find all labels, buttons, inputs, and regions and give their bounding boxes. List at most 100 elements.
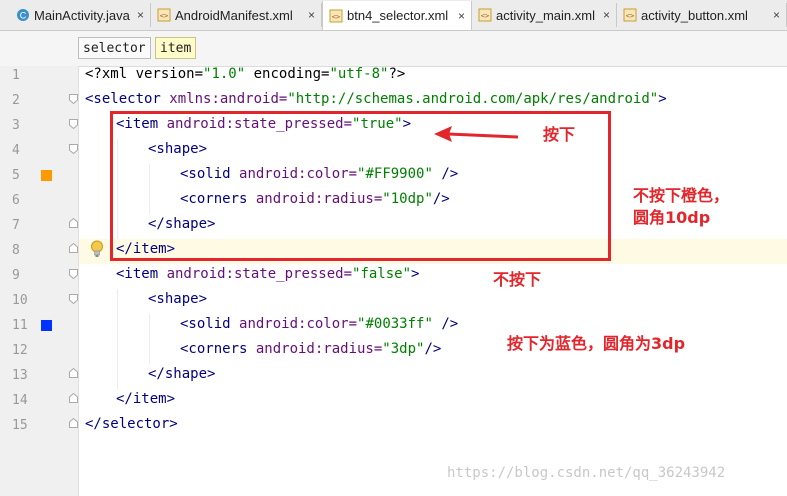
highlight-box xyxy=(110,111,611,261)
tag-name: <item xyxy=(116,266,167,282)
line-number: 4 xyxy=(12,143,20,158)
line-number: 13 xyxy=(12,368,28,383)
close-icon[interactable]: × xyxy=(137,8,144,22)
lightbulb-icon[interactable] xyxy=(90,240,104,258)
attribute-value: "false" xyxy=(352,266,412,282)
breadcrumb-selector[interactable]: selector xyxy=(78,37,151,59)
line-number: 8 xyxy=(12,243,20,258)
fold-close-icon[interactable] xyxy=(69,368,78,378)
indent-guide xyxy=(149,314,150,364)
code-line-15[interactable]: </selector> xyxy=(85,416,178,432)
tab-activity-main[interactable]: <> activity_main.xml × xyxy=(472,3,617,27)
breadcrumb-item[interactable]: item xyxy=(155,37,197,59)
code-line-14[interactable]: </item> xyxy=(116,391,175,407)
xml-declaration-attr: encoding= xyxy=(245,66,330,82)
attribute-value: "http://schemas.android.com/apk/res/andr… xyxy=(287,91,659,107)
fold-open-icon[interactable] xyxy=(69,294,78,304)
blue-color-swatch-icon[interactable] xyxy=(41,320,52,331)
xml-file-icon: <> xyxy=(329,9,343,23)
line-number: 15 xyxy=(12,418,28,433)
tag-name: <selector xyxy=(85,91,170,107)
close-icon[interactable]: × xyxy=(603,8,610,22)
attribute-name: xmlns:android= xyxy=(169,91,288,107)
fold-open-icon[interactable] xyxy=(69,144,78,154)
line-number: 1 xyxy=(12,68,20,83)
xml-declaration-close: ?> xyxy=(388,66,406,82)
tag-name: </selector> xyxy=(85,416,178,432)
line-number: 11 xyxy=(12,318,28,333)
svg-text:<>: <> xyxy=(626,12,634,20)
xml-file-icon: <> xyxy=(157,8,171,22)
close-icon[interactable]: × xyxy=(773,8,780,22)
breadcrumb: selector item xyxy=(0,31,787,67)
code-line-2[interactable]: <selector xmlns:android="http://schemas.… xyxy=(85,91,667,107)
annotation-not-pressed: 不按下 xyxy=(493,270,542,289)
tab-activity-button[interactable]: <> activity_button.xml × xyxy=(617,3,787,27)
java-class-icon: C xyxy=(16,8,30,22)
annotation-pressed-desc: 按下为蓝色，圆角为3dp xyxy=(507,334,686,353)
annotation-not-pressed-desc-1: 不按下橙色， xyxy=(633,186,730,205)
tab-label: MainActivity.java xyxy=(34,7,130,23)
line-number-gutter: 1 2 3 4 5 6 7 8 9 10 11 12 13 14 15 xyxy=(0,66,79,496)
tab-label: activity_button.xml xyxy=(641,7,748,23)
tag-close: /> xyxy=(424,341,442,357)
tag-name: <solid xyxy=(180,316,240,332)
fold-close-icon[interactable] xyxy=(69,393,78,403)
tag-name: <corners xyxy=(180,341,256,357)
tag-name: </shape> xyxy=(148,366,216,382)
svg-text:<>: <> xyxy=(332,13,340,21)
tab-label: btn4_selector.xml xyxy=(347,8,449,23)
line-number: 7 xyxy=(12,218,20,233)
attribute-value: "1.0" xyxy=(203,66,246,82)
fold-close-icon[interactable] xyxy=(69,218,78,228)
line-number: 2 xyxy=(12,93,20,108)
attribute-value: "#0033ff" xyxy=(357,316,433,332)
attribute-value: "utf-8" xyxy=(329,66,389,82)
tab-main-activity[interactable]: C MainActivity.java × xyxy=(10,3,151,27)
xml-declaration-open: <?xml version= xyxy=(85,66,204,82)
tag-close: /> xyxy=(432,316,459,332)
tab-android-manifest[interactable]: <> AndroidManifest.xml × xyxy=(151,3,322,27)
line-number: 5 xyxy=(12,168,20,183)
code-line-1[interactable]: <?xml version="1.0" encoding="utf-8"?> xyxy=(85,66,405,82)
line-number: 6 xyxy=(12,193,20,208)
tag-close: > xyxy=(658,91,667,107)
indent-guide xyxy=(117,289,118,389)
tag-name: </item> xyxy=(116,391,176,407)
line-number: 9 xyxy=(12,268,20,283)
close-icon[interactable]: × xyxy=(308,8,315,22)
annotation-not-pressed-desc-2: 圆角10dp xyxy=(633,208,711,227)
attribute-value: "3dp" xyxy=(382,341,425,357)
line-number: 3 xyxy=(12,118,20,133)
xml-file-icon: <> xyxy=(478,8,492,22)
fold-close-icon[interactable] xyxy=(69,243,78,253)
code-line-10[interactable]: <shape> xyxy=(148,291,207,307)
fold-open-icon[interactable] xyxy=(69,94,78,104)
code-line-12[interactable]: <corners android:radius="3dp"/> xyxy=(180,341,441,357)
close-icon[interactable]: × xyxy=(458,9,465,23)
fold-close-icon[interactable] xyxy=(69,418,78,428)
code-line-11[interactable]: <solid android:color="#0033ff" /> xyxy=(180,316,458,332)
annotation-pressed: 按下 xyxy=(543,125,576,144)
attribute-name: android:color= xyxy=(239,316,358,332)
fold-open-icon[interactable] xyxy=(69,269,78,279)
line-number: 10 xyxy=(12,293,28,308)
code-line-9[interactable]: <item android:state_pressed="false"> xyxy=(116,266,419,282)
line-number: 12 xyxy=(12,343,28,358)
tab-label: activity_main.xml xyxy=(496,7,595,23)
tab-btn4-selector[interactable]: <> btn4_selector.xml × xyxy=(322,1,472,30)
tag-name: <shape> xyxy=(148,291,208,307)
svg-text:<>: <> xyxy=(160,12,168,20)
tab-label: AndroidManifest.xml xyxy=(175,7,293,23)
attribute-name: android:state_pressed= xyxy=(166,266,353,282)
fold-open-icon[interactable] xyxy=(69,119,78,129)
line-number: 14 xyxy=(12,393,28,408)
svg-text:C: C xyxy=(20,11,27,21)
tag-close: > xyxy=(411,266,420,282)
code-line-13[interactable]: </shape> xyxy=(148,366,215,382)
xml-file-icon: <> xyxy=(623,8,637,22)
watermark: https://blog.csdn.net/qq_36243942 xyxy=(447,465,726,481)
arrow-left-icon xyxy=(434,126,519,142)
svg-text:<>: <> xyxy=(481,12,489,20)
orange-color-swatch-icon[interactable] xyxy=(41,170,52,181)
